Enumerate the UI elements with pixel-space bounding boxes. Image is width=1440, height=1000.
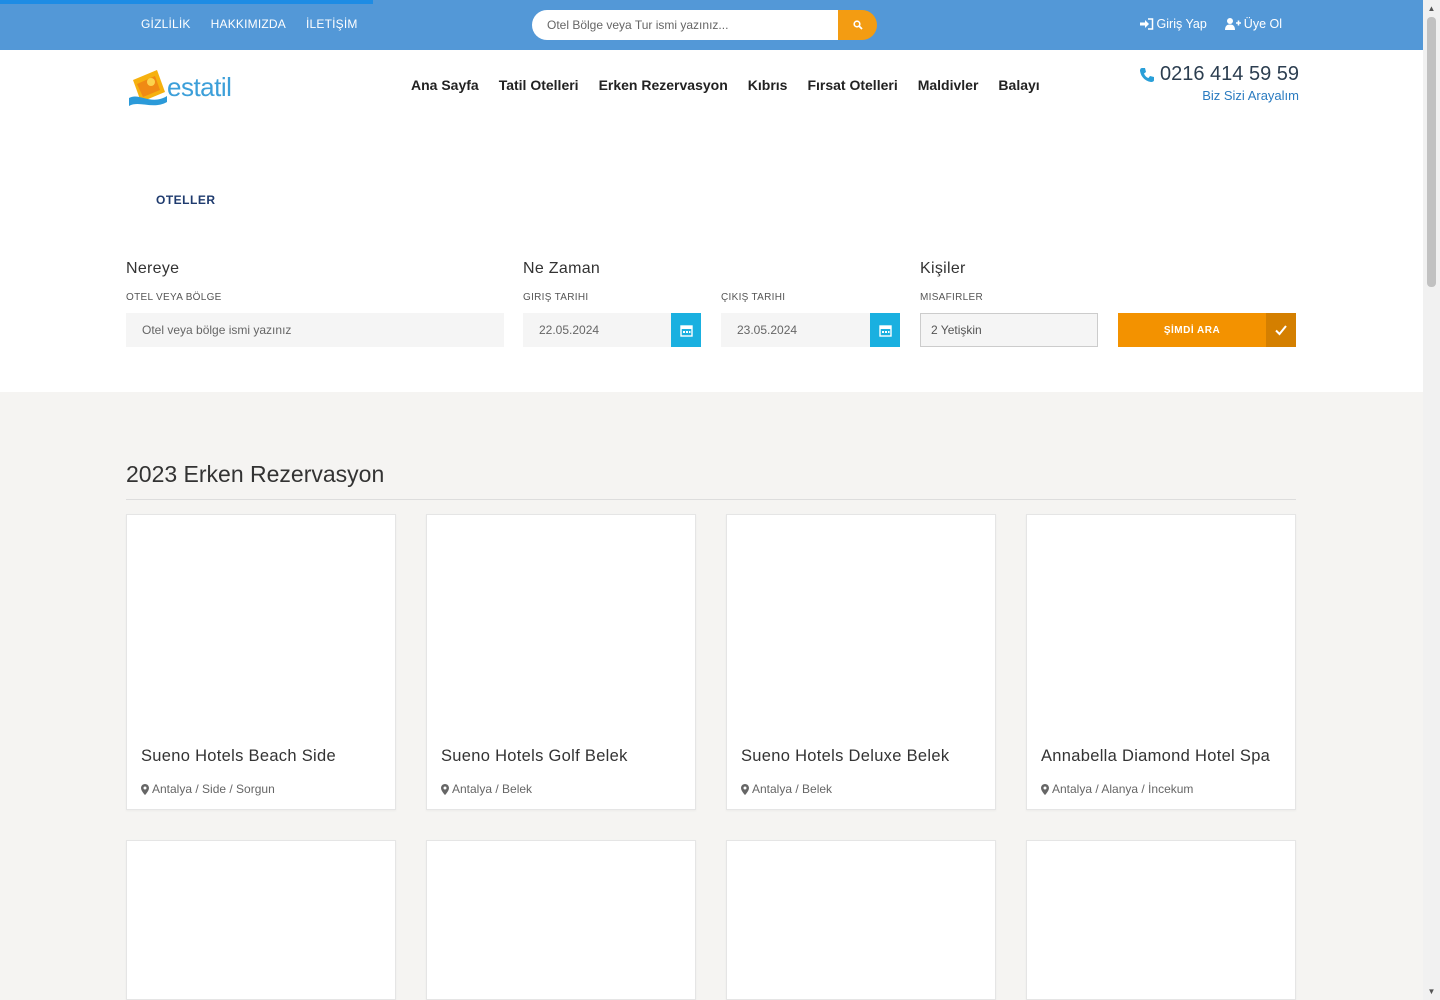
hotel-location-text: Antalya / Belek (752, 782, 833, 796)
nav-early-booking[interactable]: Erken Rezervasyon (599, 77, 728, 93)
checkin-label: GIRIŞ TARIHI (523, 292, 589, 303)
logo-icon (129, 70, 167, 106)
scrollbar-thumb[interactable] (1427, 17, 1436, 287)
register-label: Üye Ol (1243, 17, 1282, 31)
hotel-image (127, 515, 395, 720)
callback-link[interactable]: Biz Sizi Arayalım (1139, 88, 1299, 103)
top-search-input[interactable] (532, 10, 838, 40)
hotel-card[interactable]: Sueno Hotels Beach Side Antalya / Side /… (126, 514, 396, 810)
guests-select[interactable]: 2 Yetişkin (920, 313, 1098, 347)
hotel-name: Sueno Hotels Golf Belek (441, 747, 628, 765)
breadcrumb[interactable]: OTELLER (156, 193, 216, 207)
loading-progress-bar (0, 0, 373, 4)
hotel-name: Sueno Hotels Deluxe Belek (741, 747, 950, 765)
hotel-search-form: Nereye OTEL VEYA BÖLGE Otel veya bölge i… (126, 260, 1296, 360)
hotel-location-text: Antalya / Alanya / İncekum (1052, 782, 1194, 796)
hotel-location-text: Antalya / Belek (452, 782, 533, 796)
phone-text: 0216 414 59 59 (1159, 63, 1299, 85)
map-marker-icon (741, 783, 749, 795)
hotel-name: Annabella Diamond Hotel Spa (1041, 747, 1271, 765)
map-marker-icon (441, 783, 449, 795)
hotel-card[interactable] (426, 840, 696, 1000)
phone-icon (1139, 67, 1154, 82)
top-search-button[interactable] (838, 10, 877, 40)
nav-home[interactable]: Ana Sayfa (411, 77, 479, 93)
page-scrollbar[interactable]: ▲ ▼ (1423, 0, 1440, 1000)
hotel-location-text: Antalya / Side / Sorgun (152, 782, 275, 796)
checkin-calendar-button[interactable] (671, 313, 701, 347)
nav-maldives[interactable]: Maldivler (918, 77, 979, 93)
logo-text: estatil (167, 72, 232, 102)
top-search (532, 10, 877, 40)
section-divider (126, 499, 1296, 500)
map-marker-icon (1041, 783, 1049, 795)
calendar-icon (878, 324, 892, 337)
top-links: GİZLİLİK HAKKIMIZDA İLETİŞİM (141, 17, 358, 31)
hotel-card[interactable] (1026, 840, 1296, 1000)
top-bar: GİZLİLİK HAKKIMIZDA İLETİŞİM Giriş Yap Ü… (0, 0, 1423, 50)
sign-in-icon (1139, 18, 1153, 30)
check-icon (1266, 313, 1296, 347)
login-label: Giriş Yap (1156, 17, 1207, 31)
section-title: 2023 Erken Rezervasyon (126, 461, 385, 487)
search-now-button[interactable]: ŞİMDİ ARA (1118, 313, 1296, 347)
search-icon (852, 20, 863, 30)
nav-holiday-hotels[interactable]: Tatil Otelleri (499, 77, 579, 93)
contact-block: 0216 414 59 59 Biz Sizi Arayalım (1139, 63, 1299, 103)
hotel-location: Antalya / Belek (741, 782, 832, 796)
privacy-link[interactable]: GİZLİLİK (141, 17, 191, 31)
search-now-label: ŞİMDİ ARA (1163, 324, 1221, 336)
hotel-name: Sueno Hotels Beach Side (141, 747, 336, 765)
where-input[interactable]: Otel veya bölge ismi yazınız (126, 313, 504, 347)
register-link[interactable]: Üye Ol (1224, 17, 1282, 31)
hotel-card[interactable]: Sueno Hotels Golf Belek Antalya / Belek (426, 514, 696, 810)
checkout-calendar-button[interactable] (870, 313, 900, 347)
where-title: Nereye (126, 260, 180, 277)
guests-label: MISAFIRLER (920, 292, 984, 303)
user-plus-icon (1224, 18, 1241, 30)
hotel-image (727, 515, 995, 720)
phone-number[interactable]: 0216 414 59 59 (1139, 63, 1299, 86)
checkin-input[interactable]: 22.05.2024 (523, 313, 671, 347)
hotel-location: Antalya / Belek (441, 782, 532, 796)
hotel-image (1027, 515, 1295, 720)
nav-deal-hotels[interactable]: Fırsat Otelleri (807, 77, 897, 93)
when-title: Ne Zaman (523, 260, 601, 277)
map-marker-icon (141, 783, 149, 795)
scroll-down-icon[interactable]: ▼ (1423, 983, 1440, 1000)
hotel-image (427, 515, 695, 720)
site-logo[interactable]: estatil (127, 62, 237, 110)
hotel-location: Antalya / Alanya / İncekum (1041, 782, 1193, 796)
hotel-card[interactable] (726, 840, 996, 1000)
hotel-location: Antalya / Side / Sorgun (141, 782, 275, 796)
checkout-label: ÇIKIŞ TARIHI (721, 292, 786, 303)
hotel-card[interactable] (126, 840, 396, 1000)
main-nav: Ana Sayfa Tatil Otelleri Erken Rezervasy… (411, 77, 1040, 93)
where-label: OTEL VEYA BÖLGE (126, 292, 222, 303)
contact-link[interactable]: İLETİŞİM (306, 17, 358, 31)
nav-cyprus[interactable]: Kıbrıs (748, 77, 788, 93)
about-link[interactable]: HAKKIMIZDA (211, 17, 286, 31)
checkout-input[interactable]: 23.05.2024 (721, 313, 870, 347)
login-link[interactable]: Giriş Yap (1139, 17, 1207, 31)
hotel-card[interactable]: Sueno Hotels Deluxe Belek Antalya / Bele… (726, 514, 996, 810)
calendar-icon (679, 324, 693, 337)
hotel-card[interactable]: Annabella Diamond Hotel Spa Antalya / Al… (1026, 514, 1296, 810)
who-title: Kişiler (920, 260, 966, 277)
auth-links: Giriş Yap Üye Ol (1139, 17, 1282, 31)
scroll-up-icon[interactable]: ▲ (1423, 0, 1440, 17)
nav-honeymoon[interactable]: Balayı (998, 77, 1039, 93)
